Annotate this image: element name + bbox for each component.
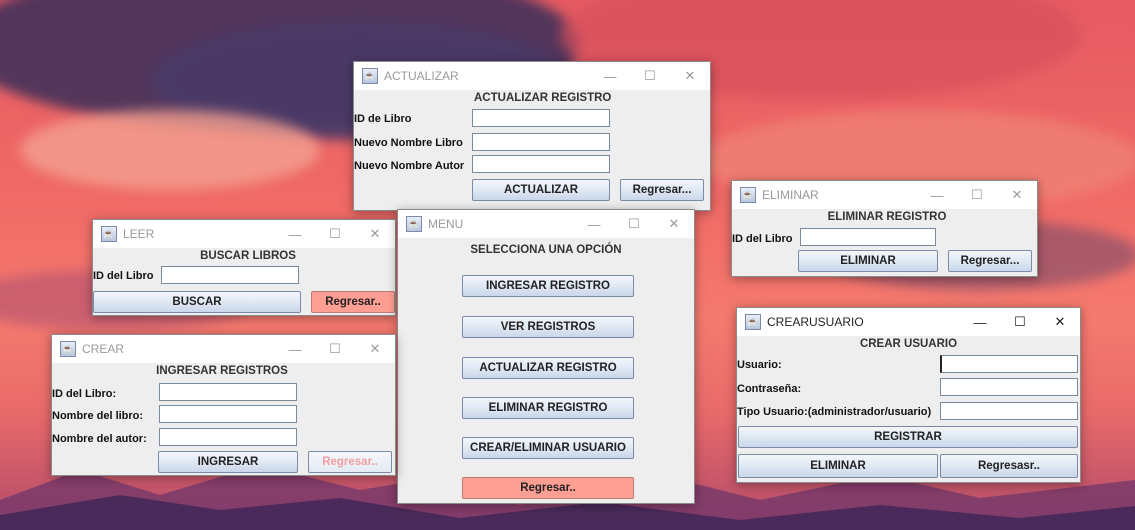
nuevo-nombre-libro-label: Nuevo Nombre Libro [354, 137, 463, 149]
actualizar-button[interactable]: ACTUALIZAR [472, 179, 610, 201]
eliminar-window: ☕ ELIMINAR — ☐ ✕ ELIMINAR REGISTRO ID de… [731, 180, 1038, 277]
regresar-button[interactable]: Regresar... [948, 250, 1032, 272]
title-bar: ☕ LEER — ☐ ✕ [93, 220, 395, 248]
close-icon[interactable]: ✕ [355, 226, 395, 242]
section-header: CREAR USUARIO [859, 338, 958, 350]
java-icon: ☕ [740, 187, 756, 203]
window-title: CREAR [82, 342, 125, 356]
maximize-icon[interactable]: ☐ [957, 187, 997, 203]
ver-registros-button[interactable]: VER REGISTROS [462, 316, 634, 338]
actualizar-registro-button[interactable]: ACTUALIZAR REGISTRO [462, 357, 634, 379]
regresar-button[interactable]: Regresar.. [308, 451, 392, 473]
contrasena-label: Contraseña: [737, 383, 802, 395]
java-icon: ☕ [406, 216, 422, 232]
minimize-icon[interactable]: — [275, 342, 315, 357]
close-icon[interactable]: ✕ [670, 68, 710, 84]
title-bar: ☕ ACTUALIZAR — ☐ ✕ [354, 62, 710, 90]
maximize-icon[interactable]: ☐ [315, 341, 355, 357]
usuario-input[interactable] [940, 355, 1078, 373]
nombre-libro-input[interactable] [159, 405, 297, 423]
menu-window: ☕ MENU — ☐ ✕ SELECCIONA UNA OPCIÓN INGRE… [397, 209, 695, 504]
maximize-icon[interactable]: ☐ [315, 226, 355, 242]
java-icon: ☕ [60, 341, 76, 357]
regresar-button[interactable]: Regresasr.. [940, 454, 1078, 478]
regresar-button[interactable]: Regresar... [620, 179, 704, 201]
section-header: INGRESAR REGISTROS [156, 365, 288, 377]
maximize-icon[interactable]: ☐ [630, 68, 670, 84]
usuario-label: Usuario: [737, 359, 782, 371]
id-libro-input[interactable] [800, 228, 936, 246]
nuevo-nombre-libro-input[interactable] [472, 133, 610, 151]
crearusuario-window: ☕ CREARUSUARIO — ☐ ✕ CREAR USUARIO Usuar… [736, 307, 1081, 483]
id-libro-label: ID del Libro [732, 233, 793, 245]
title-bar: ☕ MENU — ☐ ✕ [398, 210, 694, 238]
close-icon[interactable]: ✕ [654, 216, 694, 232]
nuevo-nombre-autor-label: Nuevo Nombre Autor [354, 160, 465, 172]
section-header: ELIMINAR REGISTRO [827, 211, 947, 223]
buscar-button[interactable]: BUSCAR [93, 291, 301, 313]
minimize-icon[interactable]: — [917, 188, 957, 203]
minimize-icon[interactable]: — [275, 227, 315, 242]
minimize-icon[interactable]: — [590, 69, 630, 84]
regresar-button[interactable]: Regresar.. [311, 291, 395, 313]
minimize-icon[interactable]: — [960, 315, 1000, 330]
nombre-autor-label: Nombre del autor: [52, 433, 147, 445]
close-icon[interactable]: ✕ [355, 341, 395, 357]
section-header: SELECCIONA UNA OPCIÓN [470, 244, 622, 256]
window-title: LEER [123, 227, 155, 241]
regresar-button[interactable]: Regresar.. [462, 477, 634, 499]
ingresar-button[interactable]: INGRESAR [158, 451, 298, 473]
window-title: MENU [428, 217, 464, 231]
eliminar-button[interactable]: ELIMINAR [798, 250, 938, 272]
crear-eliminar-usuario-button[interactable]: CREAR/ELIMINAR USUARIO [462, 437, 634, 459]
leer-window: ☕ LEER — ☐ ✕ BUSCAR LIBROS ID del Libro … [92, 219, 396, 316]
actualizar-window: ☕ ACTUALIZAR — ☐ ✕ ACTUALIZAR REGISTRO I… [353, 61, 711, 211]
maximize-icon[interactable]: ☐ [614, 216, 654, 232]
id-libro-label: ID del Libro [93, 270, 154, 282]
maximize-icon[interactable]: ☐ [1000, 314, 1040, 330]
id-libro-input[interactable] [161, 266, 299, 284]
id-libro-input[interactable] [472, 109, 610, 127]
title-bar: ☕ CREARUSUARIO — ☐ ✕ [737, 308, 1080, 336]
title-bar: ☕ CREAR — ☐ ✕ [52, 335, 395, 363]
nombre-libro-label: Nombre del libro: [52, 410, 144, 422]
nuevo-nombre-autor-input[interactable] [472, 155, 610, 173]
eliminar-usuario-button[interactable]: ELIMINAR [738, 454, 938, 478]
id-libro-input[interactable] [159, 383, 297, 401]
close-icon[interactable]: ✕ [1040, 314, 1080, 330]
nombre-autor-input[interactable] [159, 428, 297, 446]
section-header: BUSCAR LIBROS [200, 250, 296, 262]
window-title: CREARUSUARIO [767, 315, 864, 329]
eliminar-registro-button[interactable]: ELIMINAR REGISTRO [462, 397, 634, 419]
window-title: ELIMINAR [762, 188, 819, 202]
section-header: ACTUALIZAR REGISTRO [474, 92, 612, 104]
crear-window: ☕ CREAR — ☐ ✕ INGRESAR REGISTROS ID del … [51, 334, 396, 476]
title-bar: ☕ ELIMINAR — ☐ ✕ [732, 181, 1037, 209]
window-title: ACTUALIZAR [384, 69, 459, 83]
java-icon: ☕ [101, 226, 117, 242]
close-icon[interactable]: ✕ [997, 187, 1037, 203]
minimize-icon[interactable]: — [574, 217, 614, 232]
id-libro-label: ID de Libro [354, 113, 412, 125]
java-icon: ☕ [745, 314, 761, 330]
id-libro-label: ID del Libro: [52, 388, 117, 400]
tipo-usuario-input[interactable] [940, 402, 1078, 420]
ingresar-registro-button[interactable]: INGRESAR REGISTRO [462, 275, 634, 297]
contrasena-input[interactable] [940, 378, 1078, 396]
registrar-button[interactable]: REGISTRAR [738, 426, 1078, 448]
tipo-usuario-label: Tipo Usuario:(administrador/usuario) [737, 406, 932, 418]
java-icon: ☕ [362, 68, 378, 84]
